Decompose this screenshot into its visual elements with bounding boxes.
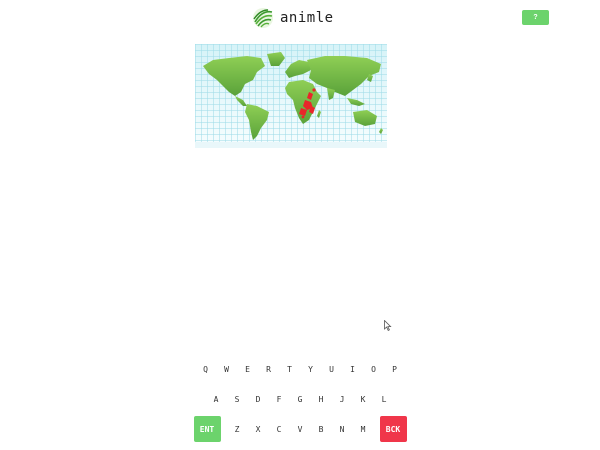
south-america-shape — [245, 104, 269, 140]
greenland-shape — [267, 52, 285, 66]
australia-shape — [353, 110, 377, 126]
app-title: animle — [280, 10, 334, 26]
new-zealand-shape — [379, 128, 383, 134]
world-map-graphic — [195, 52, 387, 148]
key-g[interactable]: G — [291, 386, 309, 412]
key-s[interactable]: S — [228, 386, 246, 412]
key-b[interactable]: B — [312, 416, 330, 442]
key-l[interactable]: L — [375, 386, 393, 412]
key-r[interactable]: R — [259, 356, 278, 382]
logo: animle — [252, 7, 334, 29]
palm-leaf-icon — [253, 8, 273, 28]
help-button[interactable]: ? — [522, 10, 549, 25]
europe-shape — [285, 60, 311, 78]
key-a[interactable]: A — [207, 386, 225, 412]
keyboard-row-2: A S D F G H J K L — [0, 386, 600, 412]
key-w[interactable]: W — [217, 356, 236, 382]
key-y[interactable]: Y — [301, 356, 320, 382]
key-q[interactable]: Q — [196, 356, 215, 382]
north-america-shape — [203, 56, 265, 96]
key-m[interactable]: M — [354, 416, 372, 442]
world-map — [195, 44, 387, 148]
key-n[interactable]: N — [333, 416, 351, 442]
enter-key[interactable]: ENT — [193, 416, 221, 442]
key-v[interactable]: V — [291, 416, 309, 442]
key-x[interactable]: X — [249, 416, 267, 442]
keyboard-row-1: Q W E R T Y U I O P — [0, 356, 600, 382]
madagascar-shape — [317, 110, 321, 118]
key-f[interactable]: F — [270, 386, 288, 412]
backspace-key[interactable]: BCK — [379, 416, 407, 442]
key-i[interactable]: I — [343, 356, 362, 382]
app-header: animle ? — [0, 0, 600, 36]
key-h[interactable]: H — [312, 386, 330, 412]
key-o[interactable]: O — [364, 356, 383, 382]
key-c[interactable]: C — [270, 416, 288, 442]
key-j[interactable]: J — [333, 386, 351, 412]
key-e[interactable]: E — [238, 356, 257, 382]
southeast-asia-shape — [347, 98, 365, 106]
india-shape — [327, 88, 335, 100]
key-u[interactable]: U — [322, 356, 341, 382]
key-k[interactable]: K — [354, 386, 372, 412]
antarctica-shape — [195, 142, 387, 148]
keyboard-row-3: ENT Z X C V B N M BCK — [0, 416, 600, 442]
central-america-shape — [235, 96, 247, 106]
key-d[interactable]: D — [249, 386, 267, 412]
key-z[interactable]: Z — [228, 416, 246, 442]
key-t[interactable]: T — [280, 356, 299, 382]
key-p[interactable]: P — [385, 356, 404, 382]
mouse-cursor-icon — [384, 320, 392, 331]
